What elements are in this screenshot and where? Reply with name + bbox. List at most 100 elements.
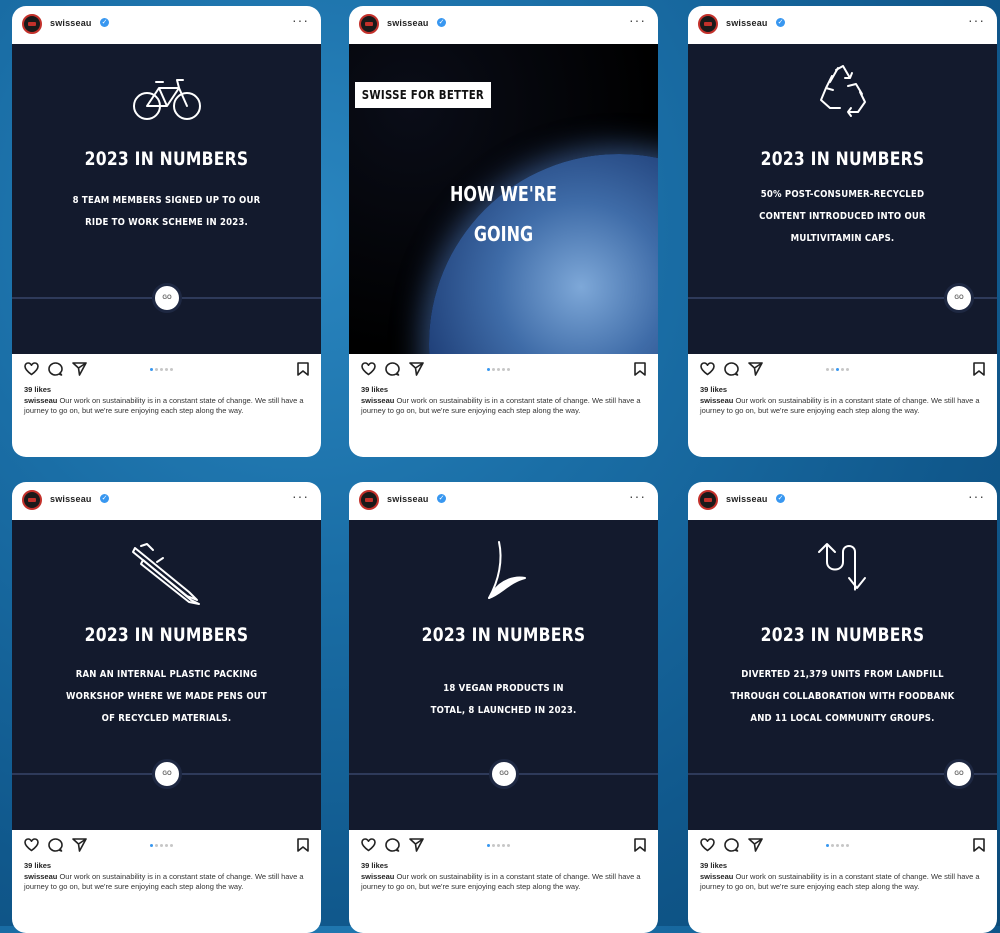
post-card: swisseau ✓ ··· 2023 IN NUMBERS 8 TEAM ME… xyxy=(12,6,321,457)
caption-username[interactable]: swisseau xyxy=(361,396,394,405)
username[interactable]: swisseau xyxy=(50,18,92,28)
more-options-icon[interactable]: ··· xyxy=(292,12,309,28)
post-caption: swisseau Our work on sustainability is i… xyxy=(700,872,985,892)
comment-icon[interactable] xyxy=(724,838,739,857)
post-heading: 2023 IN NUMBERS xyxy=(760,148,925,170)
caption-username[interactable]: swisseau xyxy=(24,396,57,405)
share-icon[interactable] xyxy=(748,838,763,857)
post-body: RAN AN INTERNAL PLASTIC PACKING WORKSHOP… xyxy=(66,669,267,724)
comment-icon[interactable] xyxy=(724,362,739,381)
bookmark-icon[interactable] xyxy=(634,838,646,857)
username[interactable]: swisseau xyxy=(387,494,429,504)
comment-icon[interactable] xyxy=(385,362,400,381)
comment-icon[interactable] xyxy=(48,362,63,381)
bookmark-icon[interactable] xyxy=(297,362,309,381)
username[interactable]: swisseau xyxy=(50,494,92,504)
more-options-icon[interactable]: ··· xyxy=(629,12,646,28)
username[interactable]: swisseau xyxy=(726,494,768,504)
bookmark-icon[interactable] xyxy=(634,362,646,381)
post-body: 18 VEGAN PRODUCTS IN TOTAL, 8 LAUNCHED I… xyxy=(430,683,577,716)
share-icon[interactable] xyxy=(409,362,424,381)
more-options-icon[interactable]: ··· xyxy=(629,488,646,504)
heart-icon[interactable] xyxy=(700,362,715,381)
bicycle-icon xyxy=(12,76,321,122)
likes-count[interactable]: 39 likes xyxy=(361,384,658,396)
avatar[interactable] xyxy=(359,14,379,34)
username[interactable]: swisseau xyxy=(387,18,429,28)
post-card: swisseau ✓ ··· SWISSE FOR BETTER HOW WE'… xyxy=(349,6,658,457)
post-body: 8 TEAM MEMBERS SIGNED UP TO OUR RIDE TO … xyxy=(72,195,261,228)
heart-icon[interactable] xyxy=(24,362,39,381)
avatar[interactable] xyxy=(22,490,42,510)
verified-icon: ✓ xyxy=(100,494,109,503)
bookmark-icon[interactable] xyxy=(973,362,985,381)
share-icon[interactable] xyxy=(72,838,87,857)
caption-username[interactable]: swisseau xyxy=(361,872,394,881)
post-card: swisseau ✓ ··· 2023 IN NUMBERS 50% POST-… xyxy=(688,6,997,457)
heart-icon[interactable] xyxy=(361,362,376,381)
post-heading: 2023 IN NUMBERS xyxy=(760,624,925,646)
timeline-button[interactable]: GO xyxy=(489,759,519,789)
leaf-icon xyxy=(349,540,658,602)
more-options-icon[interactable]: ··· xyxy=(968,488,985,504)
bookmark-icon[interactable] xyxy=(973,838,985,857)
post-caption: swisseau Our work on sustainability is i… xyxy=(361,872,646,892)
likes-count[interactable]: 39 likes xyxy=(700,384,997,396)
verified-icon: ✓ xyxy=(437,494,446,503)
likes-count[interactable]: 39 likes xyxy=(700,860,997,872)
post-image[interactable]: 2023 IN NUMBERS 8 TEAM MEMBERS SIGNED UP… xyxy=(12,44,321,354)
post-card: swisseau ✓ ··· 2023 IN NUMBERS DIVERTED … xyxy=(688,482,997,933)
post-image[interactable]: 2023 IN NUMBERS DIVERTED 21,379 UNITS FR… xyxy=(688,520,997,830)
post-body: 50% POST-CONSUMER-RECYCLED CONTENT INTRO… xyxy=(759,189,926,244)
post-body: DIVERTED 21,379 UNITS FROM LANDFILL THRO… xyxy=(730,669,955,724)
caption-text: Our work on sustainability is in a const… xyxy=(361,872,641,891)
post-actions xyxy=(688,354,997,384)
post-caption: swisseau Our work on sustainability is i… xyxy=(24,872,309,892)
more-options-icon[interactable]: ··· xyxy=(292,488,309,504)
arrows-icon xyxy=(688,542,997,592)
post-heading: 2023 IN NUMBERS xyxy=(421,624,586,646)
caption-username[interactable]: swisseau xyxy=(700,872,733,881)
caption-text: Our work on sustainability is in a const… xyxy=(361,396,641,415)
heart-icon[interactable] xyxy=(700,838,715,857)
timeline-button[interactable]: GO xyxy=(152,759,182,789)
caption-text: Our work on sustainability is in a const… xyxy=(700,396,980,415)
heart-icon[interactable] xyxy=(24,838,39,857)
avatar[interactable] xyxy=(22,14,42,34)
avatar[interactable] xyxy=(698,490,718,510)
share-icon[interactable] xyxy=(409,838,424,857)
timeline-button[interactable]: GO xyxy=(944,283,974,313)
verified-icon: ✓ xyxy=(100,18,109,27)
post-image[interactable]: 2023 IN NUMBERS 50% POST-CONSUMER-RECYCL… xyxy=(688,44,997,354)
bookmark-icon[interactable] xyxy=(297,838,309,857)
caption-username[interactable]: swisseau xyxy=(700,396,733,405)
post-image[interactable]: 2023 IN NUMBERS RAN AN INTERNAL PLASTIC … xyxy=(12,520,321,830)
share-icon[interactable] xyxy=(72,362,87,381)
timeline-button[interactable]: GO xyxy=(152,283,182,313)
post-actions xyxy=(12,354,321,384)
comment-icon[interactable] xyxy=(385,838,400,857)
post-actions xyxy=(12,830,321,860)
username[interactable]: swisseau xyxy=(726,18,768,28)
avatar[interactable] xyxy=(698,14,718,34)
pens-icon xyxy=(12,542,321,606)
share-icon[interactable] xyxy=(748,362,763,381)
more-options-icon[interactable]: ··· xyxy=(968,12,985,28)
comment-icon[interactable] xyxy=(48,838,63,857)
post-image[interactable]: 2023 IN NUMBERS 18 VEGAN PRODUCTS IN TOT… xyxy=(349,520,658,830)
avatar[interactable] xyxy=(359,490,379,510)
post-card: swisseau ✓ ··· 2023 IN NUMBERS RAN AN IN… xyxy=(12,482,321,933)
heart-icon[interactable] xyxy=(361,838,376,857)
story-heading: HOW WE'RE GOING xyxy=(450,182,557,246)
story-tag: SWISSE FOR BETTER xyxy=(355,82,491,108)
likes-count[interactable]: 39 likes xyxy=(24,860,321,872)
likes-count[interactable]: 39 likes xyxy=(24,384,321,396)
carousel-indicator xyxy=(487,844,510,847)
post-header: swisseau ✓ ··· xyxy=(12,6,321,44)
likes-count[interactable]: 39 likes xyxy=(361,860,658,872)
post-image[interactable]: SWISSE FOR BETTER HOW WE'RE GOING xyxy=(349,44,658,354)
caption-username[interactable]: swisseau xyxy=(24,872,57,881)
caption-text: Our work on sustainability is in a const… xyxy=(700,872,980,891)
timeline-button[interactable]: GO xyxy=(944,759,974,789)
post-header: swisseau ✓ ··· xyxy=(688,6,997,44)
